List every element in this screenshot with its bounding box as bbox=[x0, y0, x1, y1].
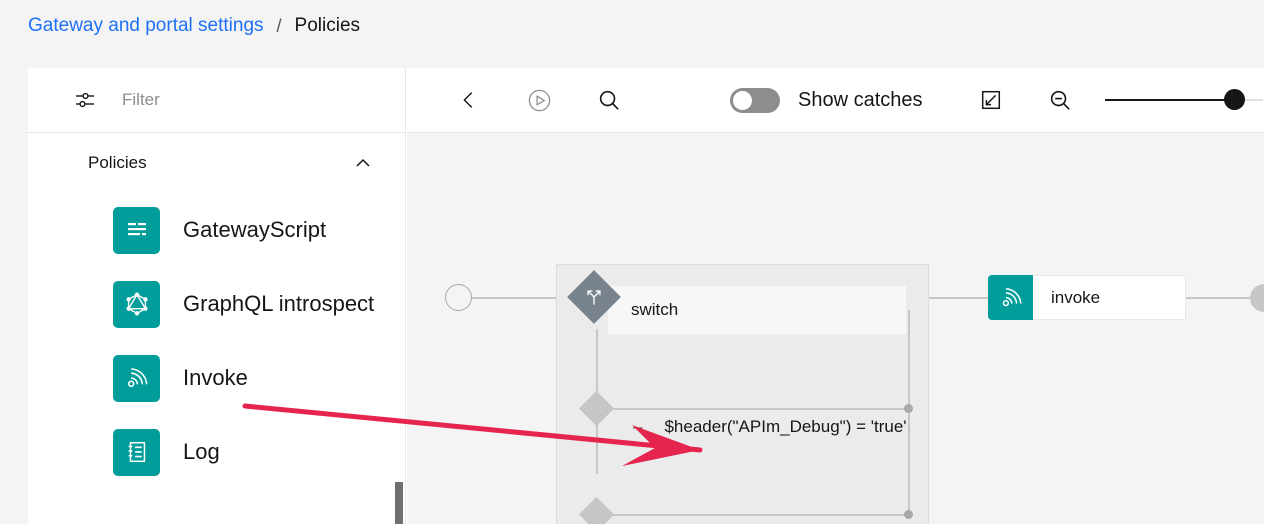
show-catches-label: Show catches bbox=[798, 88, 923, 111]
switch-title: switch bbox=[631, 300, 679, 319]
wire-start-to-switch bbox=[472, 297, 556, 299]
case-bullet: – bbox=[633, 417, 643, 436]
zoom-out-icon bbox=[1050, 90, 1070, 110]
main-panel: Filter Policies GatewayScript GraphQL in… bbox=[28, 68, 1264, 524]
sidebar-item-gatewayscript[interactable]: GatewayScript bbox=[28, 193, 405, 267]
sidebar-item-graphql-introspect[interactable]: GraphQL introspect bbox=[28, 267, 405, 341]
graphql-icon bbox=[113, 280, 160, 328]
fit-to-screen-icon bbox=[981, 90, 1000, 110]
branch-fork-icon bbox=[587, 290, 601, 305]
zoom-slider-fill bbox=[1104, 99, 1235, 101]
sidebar-item-invoke[interactable]: Invoke bbox=[28, 341, 405, 415]
switch-title-card[interactable]: switch bbox=[608, 286, 906, 334]
merge-junction-dot bbox=[904, 510, 913, 519]
branch-diamond-case-2[interactable] bbox=[578, 496, 615, 524]
invoke-signal-icon bbox=[113, 354, 160, 402]
breadcrumb: Gateway and portal settings / Policies bbox=[28, 13, 360, 39]
start-circle-node[interactable] bbox=[445, 284, 472, 311]
sidebar-item-label: Log bbox=[183, 439, 220, 464]
flow-editor: Show catches switch – $header("APIm_Debu… bbox=[407, 68, 1264, 524]
policy-sidebar: Filter Policies GatewayScript GraphQL in… bbox=[28, 68, 406, 524]
flow-canvas[interactable]: switch – $header("APIm_Debug") = 'true' … bbox=[407, 133, 1264, 524]
merge-junction-dot bbox=[904, 404, 913, 413]
wire-branch-1 bbox=[596, 408, 909, 410]
search-button[interactable] bbox=[587, 78, 631, 122]
run-button[interactable] bbox=[517, 78, 561, 122]
show-catches-toggle[interactable] bbox=[730, 87, 780, 113]
log-book-icon bbox=[113, 428, 160, 476]
wire-invoke-to-end bbox=[1186, 297, 1250, 299]
zoom-out-button[interactable] bbox=[1039, 78, 1083, 122]
search-icon bbox=[599, 90, 619, 110]
toggle-knob bbox=[733, 90, 752, 110]
back-button[interactable] bbox=[447, 78, 491, 122]
end-circle-node[interactable] bbox=[1250, 284, 1264, 312]
policies-section-title: Policies bbox=[88, 153, 147, 172]
wire-switch-to-invoke bbox=[929, 297, 988, 299]
branch-diamond-case-1[interactable] bbox=[578, 390, 615, 427]
breadcrumb-link-gateway-settings[interactable]: Gateway and portal settings bbox=[28, 13, 264, 39]
wire-branch-2 bbox=[596, 514, 909, 516]
script-lines-icon bbox=[113, 206, 160, 254]
filter-row[interactable]: Filter bbox=[28, 68, 405, 133]
sliders-icon bbox=[74, 89, 96, 111]
fit-to-screen-button[interactable] bbox=[969, 78, 1013, 122]
sidebar-item-label: GraphQL introspect bbox=[183, 291, 375, 316]
sidebar-scrollbar[interactable] bbox=[395, 68, 403, 524]
sidebar-item-log[interactable]: Log bbox=[28, 415, 405, 489]
flow-toolbar: Show catches bbox=[407, 68, 1264, 133]
filter-input[interactable]: Filter bbox=[122, 90, 160, 110]
breadcrumb-separator: / bbox=[276, 16, 282, 36]
play-circle-icon bbox=[528, 89, 550, 111]
sidebar-scrollbar-thumb[interactable] bbox=[395, 482, 403, 524]
policies-section-header[interactable]: Policies bbox=[28, 133, 405, 193]
case-label: $header("APIm_Debug") = 'true' bbox=[664, 417, 907, 436]
chevron-left-icon bbox=[463, 92, 473, 108]
chevron-up-icon[interactable] bbox=[353, 153, 373, 173]
sidebar-item-label: GatewayScript bbox=[183, 217, 327, 242]
sidebar-item-label: Invoke bbox=[183, 365, 248, 390]
invoke-node[interactable]: invoke bbox=[988, 275, 1186, 320]
zoom-slider-knob[interactable] bbox=[1223, 89, 1245, 110]
switch-case-row[interactable]: – $header("APIm_Debug") = 'true' bbox=[633, 417, 907, 437]
invoke-label: invoke bbox=[1033, 275, 1186, 320]
invoke-signal-icon bbox=[988, 275, 1033, 320]
breadcrumb-current-policies: Policies bbox=[294, 15, 361, 36]
zoom-slider[interactable] bbox=[1104, 88, 1263, 112]
